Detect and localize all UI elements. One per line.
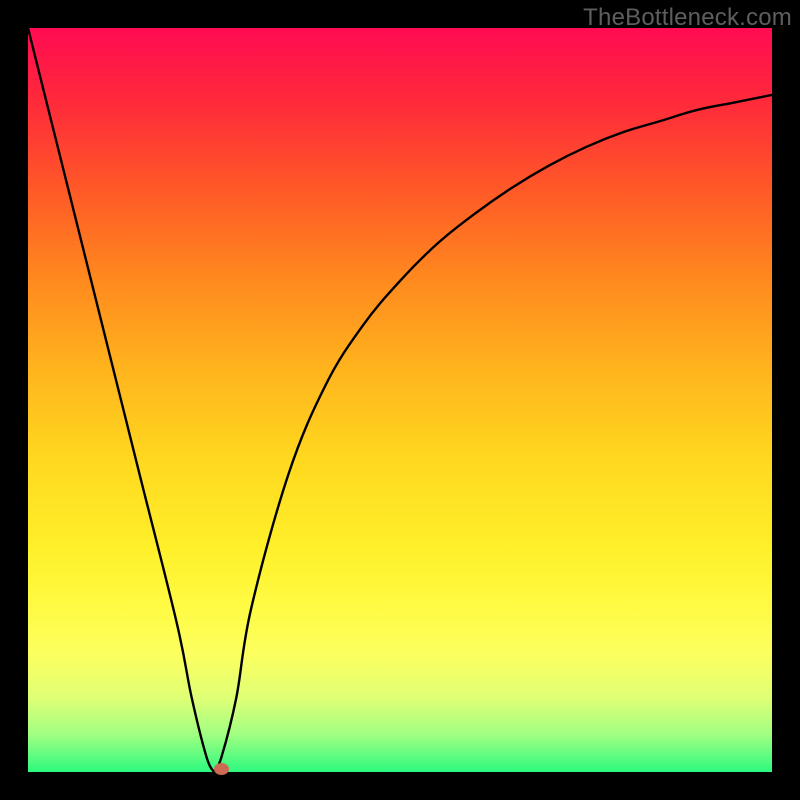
watermark-text: TheBottleneck.com <box>583 4 792 32</box>
plot-area <box>28 28 772 772</box>
optimal-point-marker <box>214 763 229 775</box>
bottleneck-curve <box>28 28 772 772</box>
